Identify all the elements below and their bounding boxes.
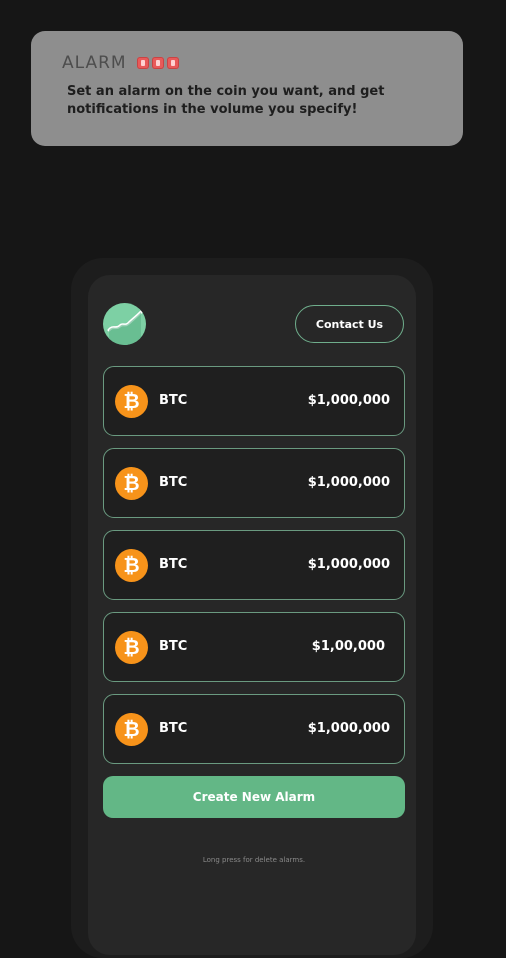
- bitcoin-icon: ₿: [115, 631, 148, 664]
- siren-icon: [136, 57, 149, 69]
- alarm-price: $1,000,000: [307, 557, 390, 572]
- promo-banner: ALARM Set an alarm on the coin you want,…: [31, 31, 463, 146]
- chart-trend-icon: [103, 303, 146, 345]
- coin-symbol: BTC: [159, 393, 188, 408]
- bitcoin-icon: ₿: [115, 467, 148, 500]
- coin-symbol: BTC: [159, 557, 188, 572]
- coin-symbol: BTC: [159, 639, 188, 654]
- alarm-price: $1,00,000: [311, 639, 385, 654]
- siren-group: [136, 57, 179, 69]
- alarm-item[interactable]: ₿ BTC $1,000,000: [103, 448, 405, 518]
- banner-title: ALARM: [62, 53, 127, 73]
- siren-icon: [166, 57, 179, 69]
- bitcoin-icon: ₿: [115, 549, 148, 582]
- contact-us-button[interactable]: Contact Us: [295, 305, 404, 343]
- alarm-item[interactable]: ₿ BTC $1,000,000: [103, 366, 405, 436]
- long-press-hint: Long press for delete alarms.: [202, 856, 306, 864]
- coin-symbol: BTC: [159, 475, 188, 490]
- banner-description: Set an alarm on the coin you want, and g…: [67, 84, 385, 117]
- alarm-item[interactable]: ₿ BTC $1,000,000: [103, 530, 405, 600]
- alarm-price: $1,000,000: [307, 475, 390, 490]
- alarm-price: $1,000,000: [307, 393, 390, 408]
- banner-title-row: ALARM: [62, 53, 433, 73]
- alarm-item[interactable]: ₿ BTC $1,00,000: [103, 612, 405, 682]
- alarm-price: $1,000,000: [307, 721, 390, 736]
- alarm-item[interactable]: ₿ BTC $1,000,000: [103, 694, 405, 764]
- bitcoin-icon: ₿: [115, 385, 148, 418]
- bitcoin-icon: ₿: [115, 713, 148, 746]
- siren-icon: [151, 57, 164, 69]
- create-new-alarm-button[interactable]: Create New Alarm: [103, 776, 405, 818]
- coin-symbol: BTC: [159, 721, 188, 736]
